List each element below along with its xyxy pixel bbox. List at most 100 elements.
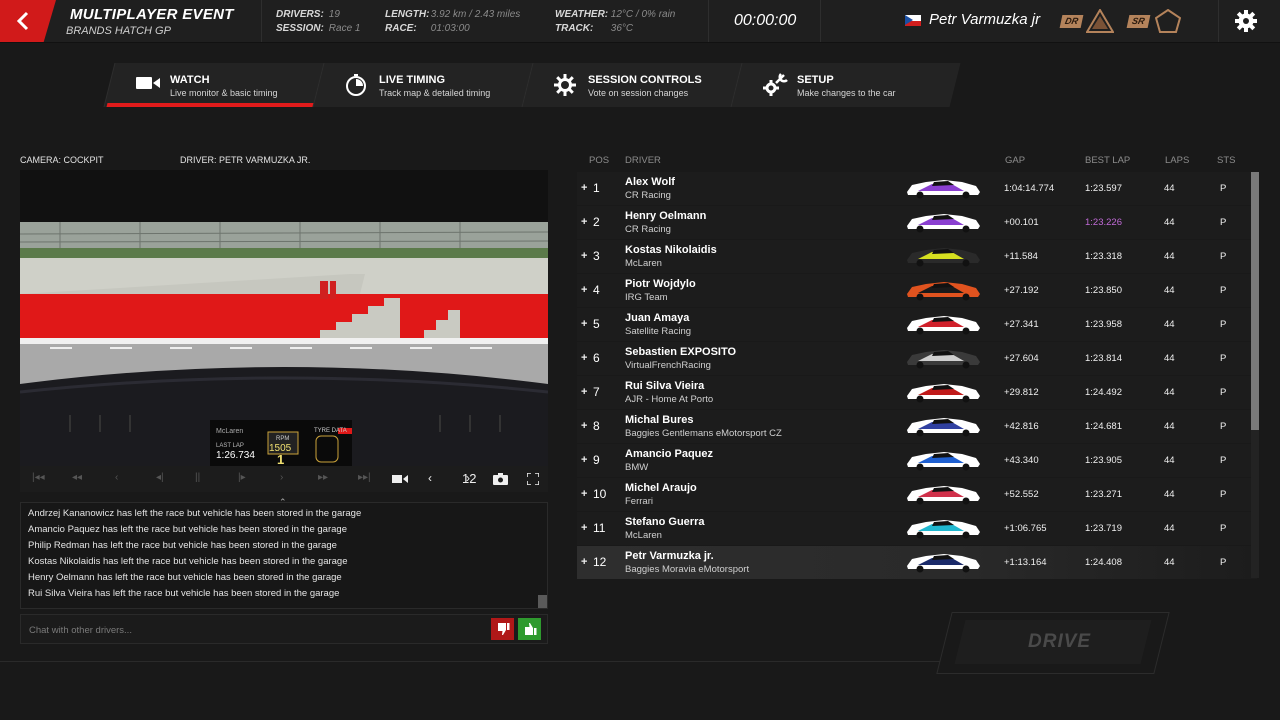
expand-row-plus-icon[interactable]: + bbox=[581, 556, 587, 568]
safety-rating-rank-icon bbox=[1155, 9, 1181, 33]
thumbs-up-icon bbox=[525, 623, 537, 635]
step-back-icon[interactable]: ‹ bbox=[115, 472, 118, 483]
expand-row-plus-icon[interactable]: + bbox=[581, 216, 587, 228]
video-controls: |◂◂ ◂◂ ‹ ◂| || |▸ › ▸▸ ▸▸| ‹ 12 › bbox=[20, 466, 548, 492]
car-livery-icon bbox=[907, 180, 980, 199]
fullscreen-icon[interactable] bbox=[527, 473, 539, 485]
standings-row[interactable]: +8 Michal Bures Baggies Gentlemans eMotors… bbox=[577, 410, 1257, 443]
laps: 44 bbox=[1164, 353, 1175, 364]
next-car-chevron-icon[interactable]: › bbox=[466, 471, 470, 485]
standings-scrollbar[interactable] bbox=[1251, 172, 1259, 430]
gap: 1:04:14.774 bbox=[1004, 183, 1055, 194]
position: 9 bbox=[593, 453, 600, 467]
status: P bbox=[1220, 523, 1227, 534]
tab-watch[interactable]: WATCH Live monitor & basic timing bbox=[103, 63, 334, 107]
expand-row-plus-icon[interactable]: + bbox=[581, 454, 587, 466]
expand-row-plus-icon[interactable]: + bbox=[581, 250, 587, 262]
vote-no-button[interactable] bbox=[491, 618, 514, 640]
race-value: 01:03:00 bbox=[430, 23, 470, 34]
status: P bbox=[1220, 251, 1227, 262]
standings-row[interactable]: +5 Juan Amaya Satellite Racing +27.341 1:23.… bbox=[577, 308, 1257, 341]
chat-input[interactable] bbox=[27, 621, 471, 639]
expand-row-plus-icon[interactable]: + bbox=[581, 182, 587, 194]
standings-row[interactable]: +1 Alex Wolf CR Racing 1:04:14.774 1:23.597 4… bbox=[577, 172, 1257, 205]
frame-forward-icon[interactable]: |▸ bbox=[238, 472, 246, 483]
stopwatch-icon bbox=[346, 74, 366, 96]
col-header-pos: POS bbox=[589, 155, 610, 166]
expand-row-plus-icon[interactable]: + bbox=[581, 488, 587, 500]
standings-row[interactable]: +9 Amancio Paquez BMW +43.340 1:23.905 44 P bbox=[577, 444, 1257, 477]
position: 4 bbox=[593, 283, 600, 297]
gap: +27.192 bbox=[1004, 285, 1039, 296]
screenshot-camera-icon[interactable] bbox=[493, 473, 508, 485]
status: P bbox=[1220, 387, 1227, 398]
standings-row[interactable]: +10 Michel Araujo Ferrari +52.552 1:23.271 44… bbox=[577, 478, 1257, 511]
log-line: Amancio Paquez has left the race but veh… bbox=[28, 524, 347, 535]
best-lap: 1:23.226 bbox=[1085, 217, 1122, 228]
skip-to-end-icon[interactable]: ▸▸| bbox=[358, 472, 371, 483]
settings-gear-icon[interactable] bbox=[1234, 9, 1258, 33]
track-temp-value: 36°C bbox=[610, 23, 634, 34]
team-name: Ferrari bbox=[625, 496, 653, 507]
skip-to-start-icon[interactable]: |◂◂ bbox=[32, 472, 45, 483]
driver-name: Juan Amaya bbox=[625, 312, 690, 324]
race-label: RACE: bbox=[385, 23, 417, 34]
standings-row[interactable]: +2 Henry Oelmann CR Racing +00.101 1:23.226 4… bbox=[577, 206, 1257, 239]
car-livery-icon bbox=[907, 350, 980, 369]
expand-row-plus-icon[interactable]: + bbox=[581, 522, 587, 534]
standings-row[interactable]: +6 Sebastien EXPOSITO VirtualFrenchRacing +… bbox=[577, 342, 1257, 375]
standings-row[interactable]: +7 Rui Silva Vieira AJR - Home At Porto +29… bbox=[577, 376, 1257, 409]
car-livery-icon bbox=[907, 418, 980, 437]
car-livery-icon bbox=[907, 316, 980, 335]
tab-live-timing[interactable]: LIVE TIMING Track map & detailed timing bbox=[312, 63, 543, 107]
tab-session-controls[interactable]: SESSION CONTROLS Vote on session changes bbox=[521, 63, 752, 107]
best-lap: 1:24.492 bbox=[1085, 387, 1122, 398]
czech-flag-icon bbox=[905, 15, 921, 26]
best-lap: 1:23.597 bbox=[1085, 183, 1122, 194]
chat-box bbox=[20, 614, 548, 644]
track-label: TRACK: bbox=[555, 23, 594, 34]
dash-lap-time: 1:26.734 bbox=[216, 450, 255, 461]
car-livery-icon bbox=[907, 486, 980, 505]
expand-row-plus-icon[interactable]: + bbox=[581, 420, 587, 432]
gap: +00.101 bbox=[1004, 217, 1039, 228]
rewind-icon[interactable]: ◂◂ bbox=[72, 472, 82, 483]
divider bbox=[1218, 0, 1219, 42]
car-livery-icon bbox=[907, 282, 980, 301]
camera-label: CAMERA: COCKPIT bbox=[20, 155, 104, 165]
team-name: CR Racing bbox=[625, 224, 671, 235]
standings-row[interactable]: +11 Stefano Guerra McLaren +1:06.765 1:23.71… bbox=[577, 512, 1257, 545]
step-forward-icon[interactable]: › bbox=[280, 472, 283, 483]
expand-row-plus-icon[interactable]: + bbox=[581, 386, 587, 398]
vote-yes-button[interactable] bbox=[518, 618, 541, 640]
laps: 44 bbox=[1164, 421, 1175, 432]
pause-icon[interactable]: || bbox=[195, 472, 200, 483]
event-title: MULTIPLAYER EVENT bbox=[70, 6, 234, 23]
status: P bbox=[1220, 455, 1227, 466]
live-camera-view[interactable]: McLaren LAST LAP 1:26.734 RPM 1505 1 TYR… bbox=[20, 170, 548, 466]
log-scrollbar[interactable] bbox=[538, 595, 547, 608]
divider bbox=[261, 0, 262, 42]
gap: +29.812 bbox=[1004, 387, 1039, 398]
expand-row-plus-icon[interactable]: + bbox=[581, 284, 587, 296]
expand-row-plus-icon[interactable]: + bbox=[581, 352, 587, 364]
team-name: McLaren bbox=[625, 258, 662, 269]
previous-car-chevron-icon[interactable]: ‹ bbox=[428, 471, 432, 485]
fast-forward-icon[interactable]: ▸▸ bbox=[318, 472, 328, 483]
drive-button[interactable]: DRIVE bbox=[936, 612, 1170, 674]
standings-row[interactable]: +12 Petr Varmuzka jr. Baggies Moravia eMot… bbox=[577, 546, 1257, 579]
back-button[interactable] bbox=[0, 0, 56, 42]
log-line: Henry Oelmann has left the race but vehi… bbox=[28, 572, 342, 583]
standings-row[interactable]: +3 Kostas Nikolaidis McLaren +11.584 1:23.31… bbox=[577, 240, 1257, 273]
camera-switch-icon[interactable] bbox=[392, 473, 408, 485]
standings-row[interactable]: +4 Piotr Wojdylo IRG Team +27.192 1:23.850 44… bbox=[577, 274, 1257, 307]
team-name: Satellite Racing bbox=[625, 326, 692, 337]
user-name: Petr Varmuzka jr bbox=[929, 11, 1041, 28]
expand-row-plus-icon[interactable]: + bbox=[581, 318, 587, 330]
best-lap: 1:24.408 bbox=[1085, 557, 1122, 568]
frame-back-icon[interactable]: ◂| bbox=[156, 472, 164, 483]
tab-setup[interactable]: SETUP Make changes to the car bbox=[730, 63, 961, 107]
position: 7 bbox=[593, 385, 600, 399]
col-header-status: STS bbox=[1217, 155, 1236, 166]
col-header-gap: GAP bbox=[1005, 155, 1026, 166]
